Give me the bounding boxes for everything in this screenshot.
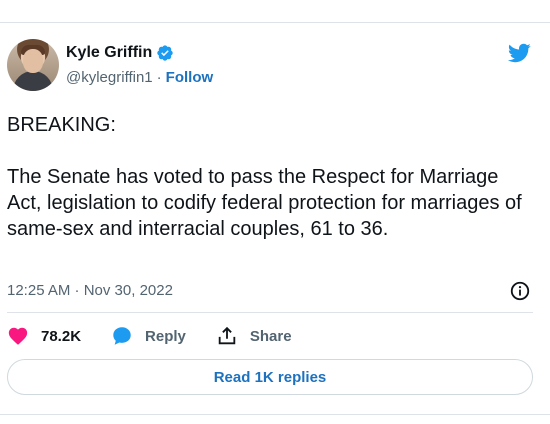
- avatar[interactable]: [7, 39, 59, 91]
- author-handle[interactable]: @kylegriffin1: [66, 69, 153, 86]
- share-label: Share: [249, 327, 292, 345]
- reply-button[interactable]: Reply: [111, 325, 186, 347]
- follow-link[interactable]: Follow: [166, 69, 214, 86]
- heart-icon: [8, 327, 28, 345]
- twitter-bird-icon[interactable]: [505, 41, 533, 65]
- share-button[interactable]: Share: [216, 325, 292, 347]
- author-handle-row: @kylegriffin1 · Follow: [66, 69, 213, 86]
- like-count: 78.2K: [41, 327, 82, 345]
- author-name[interactable]: Kyle Griffin: [66, 44, 152, 62]
- reply-label: Reply: [145, 327, 186, 345]
- info-icon[interactable]: [509, 280, 531, 302]
- verified-badge-icon: [157, 45, 173, 61]
- separator-dot: ·: [156, 69, 162, 86]
- divider-top: [7, 312, 533, 313]
- like-button[interactable]: 78.2K: [7, 325, 81, 347]
- read-replies-button[interactable]: Read 1K replies: [7, 359, 533, 395]
- avatar-shirt: [13, 71, 53, 91]
- author-name-row: Kyle Griffin: [66, 44, 174, 62]
- speech-bubble-icon: [113, 327, 131, 345]
- tweet-timestamp[interactable]: 12:25 AM · Nov 30, 2022: [7, 282, 173, 299]
- avatar-face: [23, 49, 43, 73]
- action-bar: 78.2K Reply Share: [7, 322, 322, 350]
- tweet-text: BREAKING: The Senate has voted to pass t…: [7, 114, 522, 240]
- share-upload-icon: [218, 326, 236, 345]
